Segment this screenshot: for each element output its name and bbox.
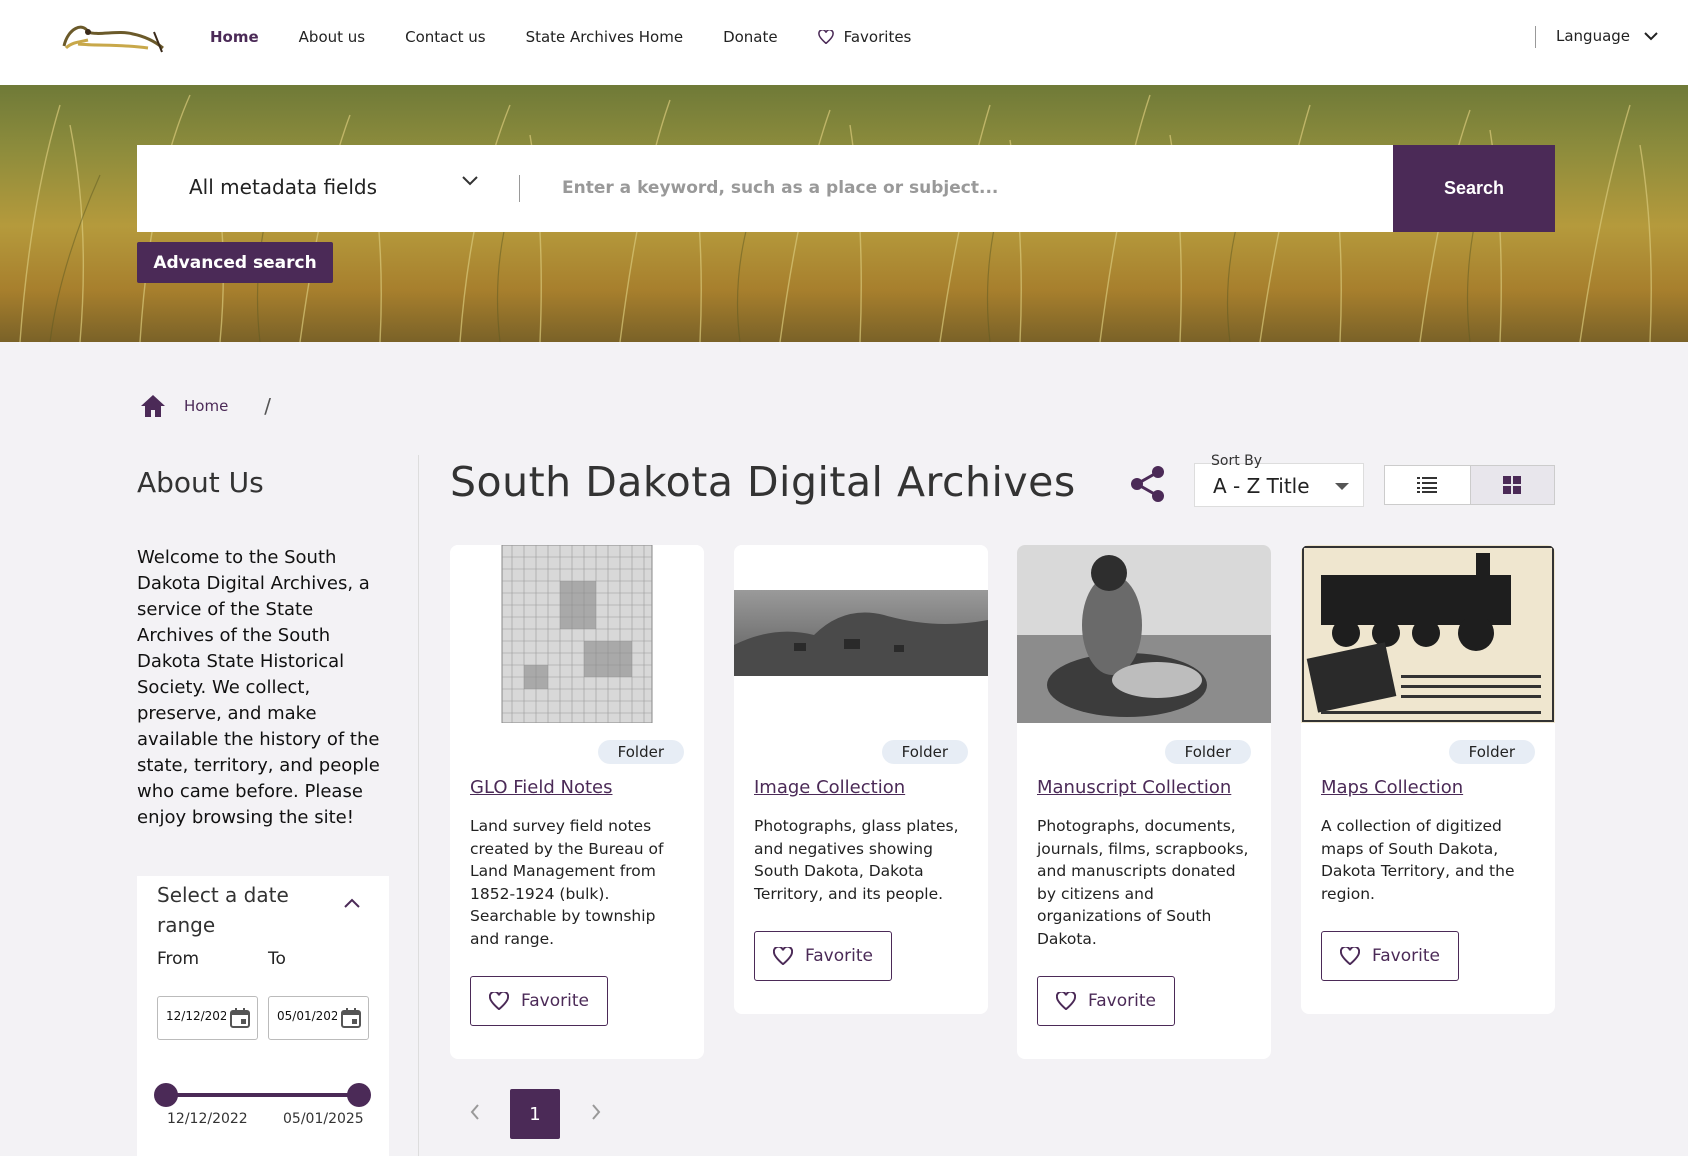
heart-icon bbox=[1056, 992, 1077, 1010]
collection-card: Folder GLO Field Notes Land survey field… bbox=[450, 545, 704, 1059]
search-input[interactable] bbox=[562, 170, 1332, 206]
card-title-link[interactable]: Maps Collection bbox=[1321, 777, 1463, 798]
view-toggle bbox=[1384, 465, 1555, 505]
prev-page-icon[interactable] bbox=[469, 1103, 481, 1121]
nav-about-us[interactable]: About us bbox=[299, 28, 365, 46]
language-selector[interactable]: Language bbox=[1556, 27, 1658, 45]
heart-icon bbox=[1340, 947, 1361, 965]
search-bar: All metadata fields bbox=[137, 145, 1555, 232]
breadcrumb: Home / bbox=[140, 394, 271, 418]
sidebar-title: About Us bbox=[137, 466, 264, 499]
calendar-icon[interactable] bbox=[340, 1007, 362, 1029]
nav-donate[interactable]: Donate bbox=[723, 28, 778, 46]
site-header: Home About us Contact us State Archives … bbox=[0, 0, 1688, 85]
card-description: A collection of digitized maps of South … bbox=[1321, 817, 1515, 903]
favorite-button[interactable]: Favorite bbox=[470, 976, 608, 1026]
nav-state-archives-home[interactable]: State Archives Home bbox=[526, 28, 683, 46]
sort-value: A - Z Title bbox=[1213, 474, 1310, 498]
favorite-label: Favorite bbox=[1088, 991, 1156, 1011]
sort-by-label: Sort By bbox=[1211, 453, 1263, 469]
favorite-button[interactable]: Favorite bbox=[1321, 931, 1459, 981]
advanced-search-button[interactable]: Advanced search bbox=[137, 242, 333, 283]
list-view-button[interactable] bbox=[1385, 466, 1470, 504]
home-icon[interactable] bbox=[140, 394, 166, 418]
calendar-icon[interactable] bbox=[229, 1007, 251, 1029]
date-range-panel: Select a date range From To 12/12/2022 0… bbox=[137, 876, 389, 1156]
nav-favorites-label: Favorites bbox=[843, 28, 912, 46]
search-button[interactable]: Search bbox=[1393, 145, 1555, 232]
favorite-label: Favorite bbox=[521, 991, 589, 1011]
to-date-field[interactable] bbox=[268, 996, 369, 1040]
heart-icon bbox=[489, 992, 510, 1010]
from-date-field[interactable] bbox=[157, 996, 258, 1040]
card-badge: Folder bbox=[1448, 740, 1535, 764]
chevron-down-icon[interactable] bbox=[462, 176, 478, 186]
card-title-link[interactable]: Image Collection bbox=[754, 777, 905, 798]
date-slider-min-handle[interactable] bbox=[154, 1083, 178, 1107]
card-title-link[interactable]: Manuscript Collection bbox=[1037, 777, 1231, 798]
grid-icon bbox=[1503, 476, 1522, 494]
heart-icon bbox=[773, 947, 794, 965]
main-nav: Home About us Contact us State Archives … bbox=[210, 28, 911, 46]
card-badge: Folder bbox=[1164, 740, 1251, 764]
from-date-input[interactable] bbox=[166, 1009, 226, 1023]
card-description: Photographs, documents, journals, films,… bbox=[1037, 817, 1249, 948]
page-number-current[interactable]: 1 bbox=[510, 1089, 560, 1139]
chevron-up-icon[interactable] bbox=[344, 898, 360, 908]
card-thumbnail[interactable] bbox=[734, 545, 988, 723]
slider-min-value: 12/12/2022 bbox=[167, 1111, 248, 1127]
collection-card: Folder Maps Collection A collection of d… bbox=[1301, 545, 1555, 1014]
grid-view-button[interactable] bbox=[1469, 466, 1554, 504]
to-date-input[interactable] bbox=[277, 1009, 337, 1023]
date-range-title: Select a date range bbox=[157, 883, 289, 937]
caret-down-icon bbox=[1335, 483, 1349, 490]
sidebar-about-text: Welcome to the South Dakota Digital Arch… bbox=[137, 547, 380, 828]
card-description: Photographs, glass plates, and negatives… bbox=[754, 817, 959, 903]
from-label: From bbox=[157, 949, 200, 969]
sidebar-divider bbox=[418, 455, 419, 1156]
chevron-down-icon bbox=[1644, 31, 1658, 40]
favorite-button[interactable]: Favorite bbox=[1037, 976, 1175, 1026]
card-description: Land survey field notes created by the B… bbox=[470, 817, 664, 948]
nav-favorites[interactable]: Favorites bbox=[817, 28, 912, 46]
card-thumbnail[interactable] bbox=[1017, 545, 1271, 723]
list-icon bbox=[1417, 477, 1438, 493]
collection-card: Folder Manuscript Collection Photographs… bbox=[1017, 545, 1271, 1059]
search-divider bbox=[519, 175, 520, 202]
date-slider-max-handle[interactable] bbox=[347, 1083, 371, 1107]
nav-contact-us[interactable]: Contact us bbox=[405, 28, 485, 46]
card-title-link[interactable]: GLO Field Notes bbox=[470, 777, 612, 798]
to-label: To bbox=[268, 949, 286, 969]
language-divider bbox=[1535, 26, 1536, 48]
favorite-button[interactable]: Favorite bbox=[754, 931, 892, 981]
page-title: South Dakota Digital Archives bbox=[450, 458, 1076, 506]
nav-home[interactable]: Home bbox=[210, 28, 259, 46]
breadcrumb-separator: / bbox=[264, 394, 272, 418]
card-thumbnail[interactable] bbox=[450, 545, 704, 723]
language-label: Language bbox=[1556, 27, 1631, 45]
search-field-select[interactable]: All metadata fields bbox=[189, 175, 377, 199]
site-logo[interactable] bbox=[58, 18, 168, 58]
date-slider-track[interactable] bbox=[167, 1093, 359, 1097]
card-thumbnail[interactable] bbox=[1301, 545, 1555, 723]
sort-select[interactable]: A - Z Title bbox=[1194, 463, 1364, 507]
card-badge: Folder bbox=[881, 740, 968, 764]
breadcrumb-home[interactable]: Home bbox=[184, 397, 228, 415]
favorite-label: Favorite bbox=[1372, 946, 1440, 966]
card-badge: Folder bbox=[597, 740, 684, 764]
heart-icon bbox=[817, 30, 834, 44]
collection-card: Folder Image Collection Photographs, gla… bbox=[734, 545, 988, 1014]
slider-max-value: 05/01/2025 bbox=[283, 1111, 364, 1127]
share-icon[interactable] bbox=[1130, 465, 1166, 503]
favorite-label: Favorite bbox=[805, 946, 873, 966]
next-page-icon[interactable] bbox=[590, 1103, 602, 1121]
